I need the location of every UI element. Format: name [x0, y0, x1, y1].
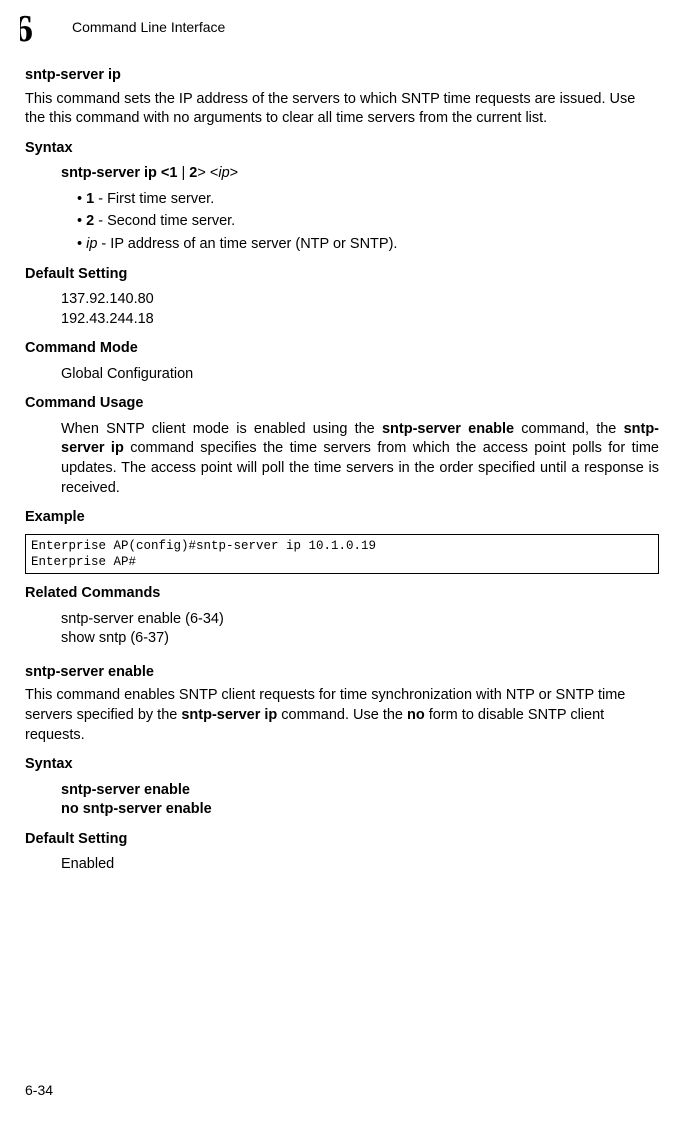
related-block: sntp-server enable (6-34) show sntp (6-3… — [61, 610, 659, 649]
usage-heading: Command Usage — [25, 394, 659, 414]
usage-text: When SNTP client mode is enabled using t… — [61, 421, 382, 437]
bullet-item: 2 - Second time server. — [77, 212, 659, 232]
default-value: 137.92.140.80 — [61, 290, 659, 310]
usage-block: When SNTP client mode is enabled using t… — [61, 420, 659, 498]
syntax-heading: Syntax — [25, 755, 659, 775]
default-value: 192.43.244.18 — [61, 310, 659, 330]
default-value: Enabled — [61, 855, 659, 875]
bullet-bold: 2 — [86, 213, 94, 229]
bullet-item: ip - IP address of an time server (NTP o… — [77, 235, 659, 255]
syntax-mid: > < — [197, 165, 218, 181]
bullet-item: 1 - First time server. — [77, 190, 659, 210]
usage-text: command, the — [514, 421, 623, 437]
bullet-text: - First time server. — [94, 191, 214, 207]
bullet-bold: 1 — [86, 191, 94, 207]
syntax-line: no sntp-server enable — [61, 800, 659, 820]
syntax-ip: ip — [218, 165, 229, 181]
chapter-number: 6 — [20, 12, 33, 42]
default-block: 137.92.140.80 192.43.244.18 — [61, 290, 659, 329]
syntax-block: sntp-server enable no sntp-server enable — [61, 781, 659, 820]
desc-bold: sntp-server ip — [181, 707, 277, 723]
example-code: Enterprise AP(config)#sntp-server ip 10.… — [25, 534, 659, 575]
page-number: 6-34 — [25, 1081, 53, 1100]
related-item: show sntp (6-37) — [61, 629, 659, 649]
page-header: 6 Command Line Interface — [0, 0, 684, 52]
related-item: sntp-server enable (6-34) — [61, 610, 659, 630]
bullet-text: - Second time server. — [94, 213, 235, 229]
bullet-italic: ip — [86, 236, 97, 252]
mode-heading: Command Mode — [25, 339, 659, 359]
syntax-line: sntp-server enable — [61, 781, 659, 801]
syntax-heading: Syntax — [25, 139, 659, 159]
command-description: This command enables SNTP client request… — [25, 686, 659, 745]
usage-text: command specifies the time servers from … — [61, 440, 659, 495]
example-heading: Example — [25, 508, 659, 528]
desc-text: command. Use the — [277, 707, 407, 723]
page-content: sntp-server ip This command sets the IP … — [0, 66, 684, 875]
usage-bold: sntp-server enable — [382, 421, 514, 437]
desc-bold: no — [407, 707, 425, 723]
default-heading: Default Setting — [25, 830, 659, 850]
syntax-bullets: 1 - First time server. 2 - Second time s… — [77, 190, 659, 255]
mode-block: Global Configuration — [61, 365, 659, 385]
default-block: Enabled — [61, 855, 659, 875]
syntax-block: sntp-server ip <1 | 2> <ip> 1 - First ti… — [61, 164, 659, 254]
default-heading: Default Setting — [25, 265, 659, 285]
syntax-pipe: | — [177, 165, 189, 181]
chapter-number-box: 6 — [20, 12, 54, 42]
syntax-end: > — [230, 165, 238, 181]
syntax-cmd: sntp-server ip < — [61, 165, 169, 181]
related-heading: Related Commands — [25, 584, 659, 604]
command-description: This command sets the IP address of the … — [25, 90, 659, 129]
bullet-text: - IP address of an time server (NTP or S… — [97, 236, 397, 252]
syntax-line: sntp-server ip <1 | 2> <ip> — [61, 164, 659, 184]
mode-value: Global Configuration — [61, 365, 659, 385]
command-name: sntp-server enable — [25, 663, 659, 683]
chapter-title: Command Line Interface — [72, 18, 225, 37]
command-name: sntp-server ip — [25, 66, 659, 86]
